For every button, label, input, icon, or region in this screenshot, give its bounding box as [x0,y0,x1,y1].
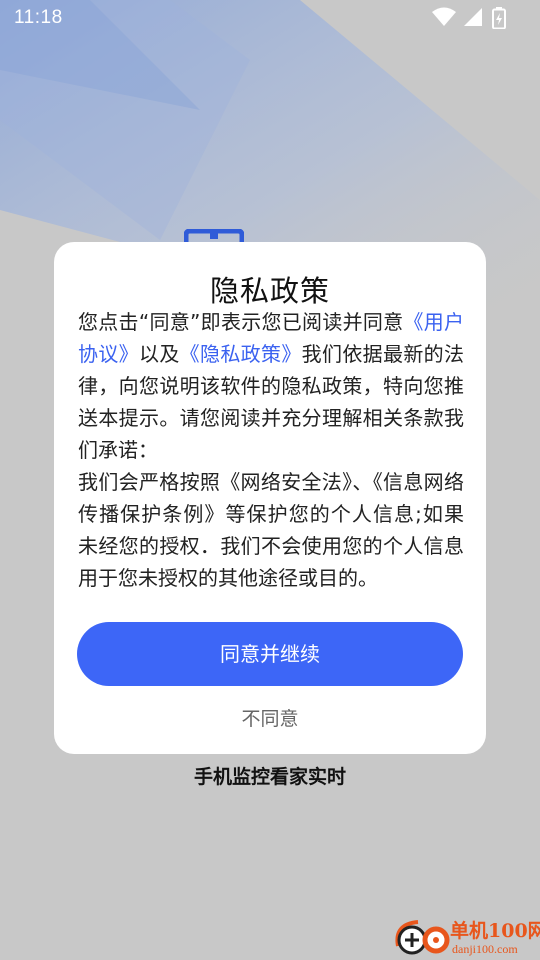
watermark-name: 单机100网 [450,920,540,942]
and-text: 以及 [139,342,180,366]
status-bar: 11:18 [0,0,540,36]
wifi-icon [432,7,456,26]
agree-continue-button[interactable]: 同意并继续 [77,622,463,686]
battery-icon [492,7,506,29]
signal-icon [464,8,482,26]
disagree-button[interactable]: 不同意 [54,704,486,731]
privacy-policy-link[interactable]: 《隐私政策》 [180,342,302,366]
intro-prefix: 您点击“同意”即表示您已阅读并同意 [78,310,404,334]
watermark: 单机100网 danji100.com [392,914,540,960]
dialog-intro: 您点击“同意”即表示您已阅读并同意《用户协议》以及《隐私政策》我们依据最新的法律… [78,306,464,466]
privacy-policy-dialog: 隐私政策 您点击“同意”即表示您已阅读并同意《用户协议》以及《隐私政策》我们依据… [54,242,486,754]
dialog-commitment: 我们会严格按照《网络安全法》、《信息网络传播保护条例》等保护您的个人信息;如果未… [78,470,464,590]
watermark-url: danji100.com [452,942,518,956]
dialog-body: 您点击“同意”即表示您已阅读并同意《用户协议》以及《隐私政策》我们依据最新的法律… [78,306,464,594]
status-time: 11:18 [14,7,63,28]
dialog-title: 隐私政策 [209,274,330,308]
app-slogan: 手机监控看家实时 [193,766,346,788]
watermark-logo-icon [395,920,450,955]
